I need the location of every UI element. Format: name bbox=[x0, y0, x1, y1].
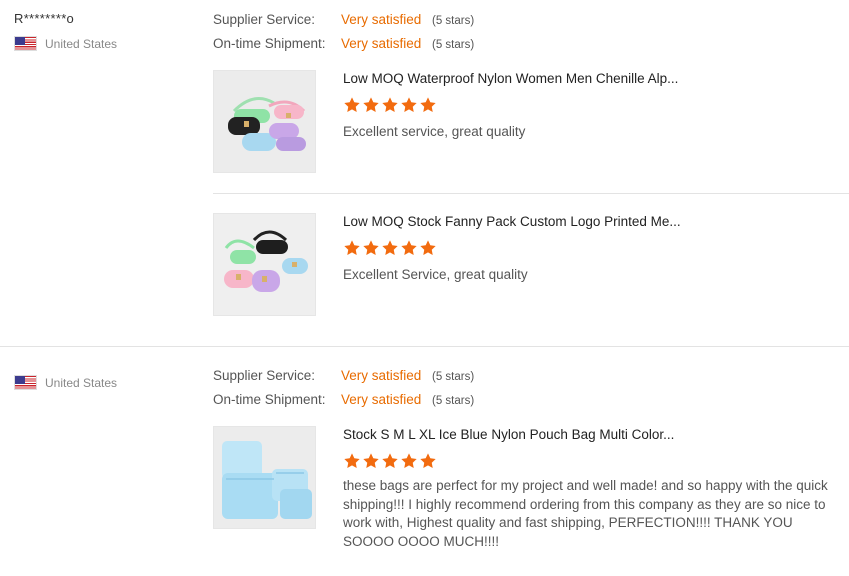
rating-stars-text: (5 stars) bbox=[432, 15, 475, 27]
country-name: United States bbox=[45, 375, 118, 390]
star-icon bbox=[344, 453, 360, 469]
star-icon bbox=[420, 97, 436, 113]
star-icon bbox=[420, 240, 436, 256]
rating-value: Very satisfied bbox=[341, 36, 422, 51]
star-icon bbox=[382, 97, 398, 113]
star-icon bbox=[382, 453, 398, 469]
star-icon bbox=[401, 97, 417, 113]
shipment-rating: On-time Shipment: Very satisfied (5 star… bbox=[213, 392, 474, 407]
review-comment: these bags are perfect for my project an… bbox=[343, 478, 828, 549]
product-review-item: Stock S M L XL Ice Blue Nylon Pouch Bag … bbox=[213, 426, 849, 571]
review-comment: Excellent Service, great quality bbox=[343, 267, 528, 282]
buyer-country: United States bbox=[14, 36, 117, 51]
us-flag-icon bbox=[14, 375, 37, 390]
star-icon bbox=[401, 453, 417, 469]
country-name: United States bbox=[45, 36, 118, 51]
buyer-country: United States bbox=[14, 375, 117, 390]
rating-label: Supplier Service: bbox=[213, 368, 316, 383]
rating-stars-text: (5 stars) bbox=[432, 39, 475, 51]
product-title[interactable]: Stock S M L XL Ice Blue Nylon Pouch Bag … bbox=[343, 427, 674, 442]
star-icon bbox=[344, 97, 360, 113]
review-comment: Excellent service, great quality bbox=[343, 124, 526, 139]
buyer-name: R********o bbox=[14, 11, 75, 26]
star-icon bbox=[363, 97, 379, 113]
supplier-service-rating: Supplier Service: Very satisfied (5 star… bbox=[213, 368, 474, 383]
shipment-rating: On-time Shipment: Very satisfied (5 star… bbox=[213, 36, 474, 51]
product-review-item: Low MOQ Waterproof Nylon Women Men Cheni… bbox=[213, 70, 849, 194]
supplier-service-rating: Supplier Service: Very satisfied (5 star… bbox=[213, 12, 474, 27]
star-icon bbox=[382, 240, 398, 256]
rating-stars-text: (5 stars) bbox=[432, 371, 475, 383]
rating-label: Supplier Service: bbox=[213, 12, 316, 27]
product-title[interactable]: Low MOQ Waterproof Nylon Women Men Cheni… bbox=[343, 71, 678, 86]
product-star-rating bbox=[343, 239, 437, 257]
star-icon bbox=[363, 453, 379, 469]
star-icon bbox=[363, 240, 379, 256]
star-icon bbox=[401, 240, 417, 256]
product-thumbnail[interactable] bbox=[213, 426, 316, 529]
review-card: United States Supplier Service: Very sat… bbox=[0, 347, 849, 576]
product-star-rating bbox=[343, 96, 437, 114]
product-star-rating bbox=[343, 452, 437, 470]
rating-value: Very satisfied bbox=[341, 368, 422, 383]
review-card: R********o United States Supplier Servic… bbox=[0, 0, 849, 347]
star-icon bbox=[344, 240, 360, 256]
product-title[interactable]: Low MOQ Stock Fanny Pack Custom Logo Pri… bbox=[343, 214, 681, 229]
star-icon bbox=[420, 453, 436, 469]
product-thumbnail[interactable] bbox=[213, 213, 316, 316]
rating-stars-text: (5 stars) bbox=[432, 395, 475, 407]
rating-label: On-time Shipment: bbox=[213, 392, 326, 407]
rating-value: Very satisfied bbox=[341, 392, 422, 407]
us-flag-icon bbox=[14, 36, 37, 51]
rating-value: Very satisfied bbox=[341, 12, 422, 27]
product-thumbnail[interactable] bbox=[213, 70, 316, 173]
product-review-item: Low MOQ Stock Fanny Pack Custom Logo Pri… bbox=[213, 213, 849, 323]
rating-label: On-time Shipment: bbox=[213, 36, 326, 51]
